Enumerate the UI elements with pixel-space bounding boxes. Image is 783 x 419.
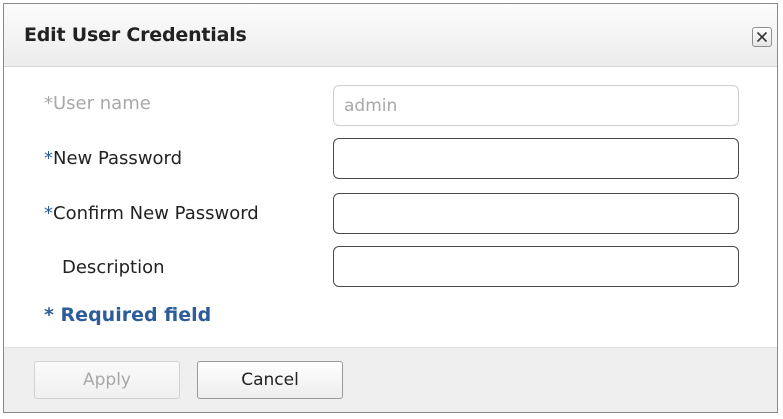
edit-credentials-dialog: Edit User Credentials *User name *New Pa… [3, 3, 778, 413]
description-label: Description [62, 257, 165, 278]
required-field-note: * Required field [44, 304, 212, 326]
close-button[interactable] [752, 27, 772, 47]
dialog-title: Edit User Credentials [24, 24, 247, 46]
username-label: *User name [44, 93, 151, 114]
cancel-button[interactable]: Cancel [197, 361, 343, 399]
description-field[interactable] [333, 246, 739, 287]
username-field [333, 85, 739, 126]
required-marker: * [44, 93, 53, 114]
required-marker: * [44, 203, 53, 224]
apply-button[interactable]: Apply [34, 361, 180, 399]
dialog-footer: Apply Cancel [4, 347, 777, 412]
confirm-password-label: *Confirm New Password [44, 203, 259, 224]
new-password-field[interactable] [333, 138, 739, 179]
required-marker: * [44, 148, 53, 169]
new-password-label: *New Password [44, 148, 183, 169]
close-icon [756, 31, 768, 43]
confirm-password-field[interactable] [333, 193, 739, 234]
dialog-titlebar: Edit User Credentials [4, 4, 777, 67]
